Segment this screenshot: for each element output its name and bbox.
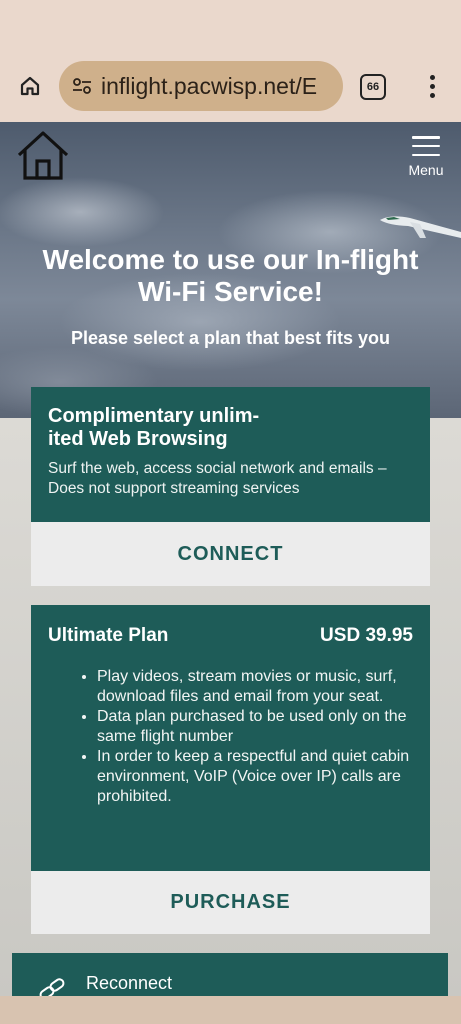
hamburger-icon — [412, 136, 440, 156]
browser-bottom-bar — [0, 996, 461, 1024]
hero-subtitle: Please select a plan that best fits you — [70, 328, 391, 348]
browser-home-button[interactable] — [14, 70, 46, 102]
menu-label: Menu — [408, 162, 444, 178]
free-plan-title: Complimentary unlim- ited Web Browsing — [48, 405, 260, 450]
more-vert-icon[interactable] — [422, 70, 442, 102]
free-plan-description: Surf the web, access social network and … — [48, 460, 387, 497]
plan-feature: Data plan purchased to be used only on t… — [97, 707, 413, 747]
house-icon[interactable] — [16, 130, 70, 182]
menu-button[interactable]: Menu — [404, 134, 448, 178]
ultimate-plan-price: USD 39.95 — [320, 625, 413, 646]
hero-banner: Menu Welcome to use our In-flight Wi-Fi … — [0, 122, 461, 418]
plan-features-list: Play videos, stream movies or music, sur… — [48, 667, 413, 807]
connect-button[interactable]: CONNECT — [31, 522, 430, 586]
ultimate-plan-card: Ultimate Plan USD 39.95 Play videos, str… — [31, 605, 430, 871]
reconnect-label: Reconnect — [86, 973, 173, 993]
purchase-button[interactable]: PURCHASE — [31, 871, 430, 934]
airplane-image — [380, 216, 461, 238]
tab-switcher-button[interactable]: 66 — [360, 74, 386, 100]
address-bar[interactable]: inflight.pacwisp.net/E — [59, 61, 343, 111]
plan-feature: Play videos, stream movies or music, sur… — [97, 667, 413, 707]
url-text[interactable]: inflight.pacwisp.net/E — [101, 73, 317, 100]
plan-feature: In order to keep a respectful and quiet … — [97, 747, 413, 807]
ultimate-plan-title: Ultimate Plan — [48, 625, 169, 646]
home-icon — [20, 76, 40, 96]
tab-count: 66 — [366, 81, 380, 93]
hero-title: Welcome to use our In-flight Wi-Fi Servi… — [42, 244, 419, 307]
free-plan-card: Complimentary unlim- ited Web Browsing S… — [31, 387, 430, 522]
tune-icon[interactable] — [71, 75, 93, 97]
browser-toolbar: inflight.pacwisp.net/E 66 — [0, 0, 461, 122]
